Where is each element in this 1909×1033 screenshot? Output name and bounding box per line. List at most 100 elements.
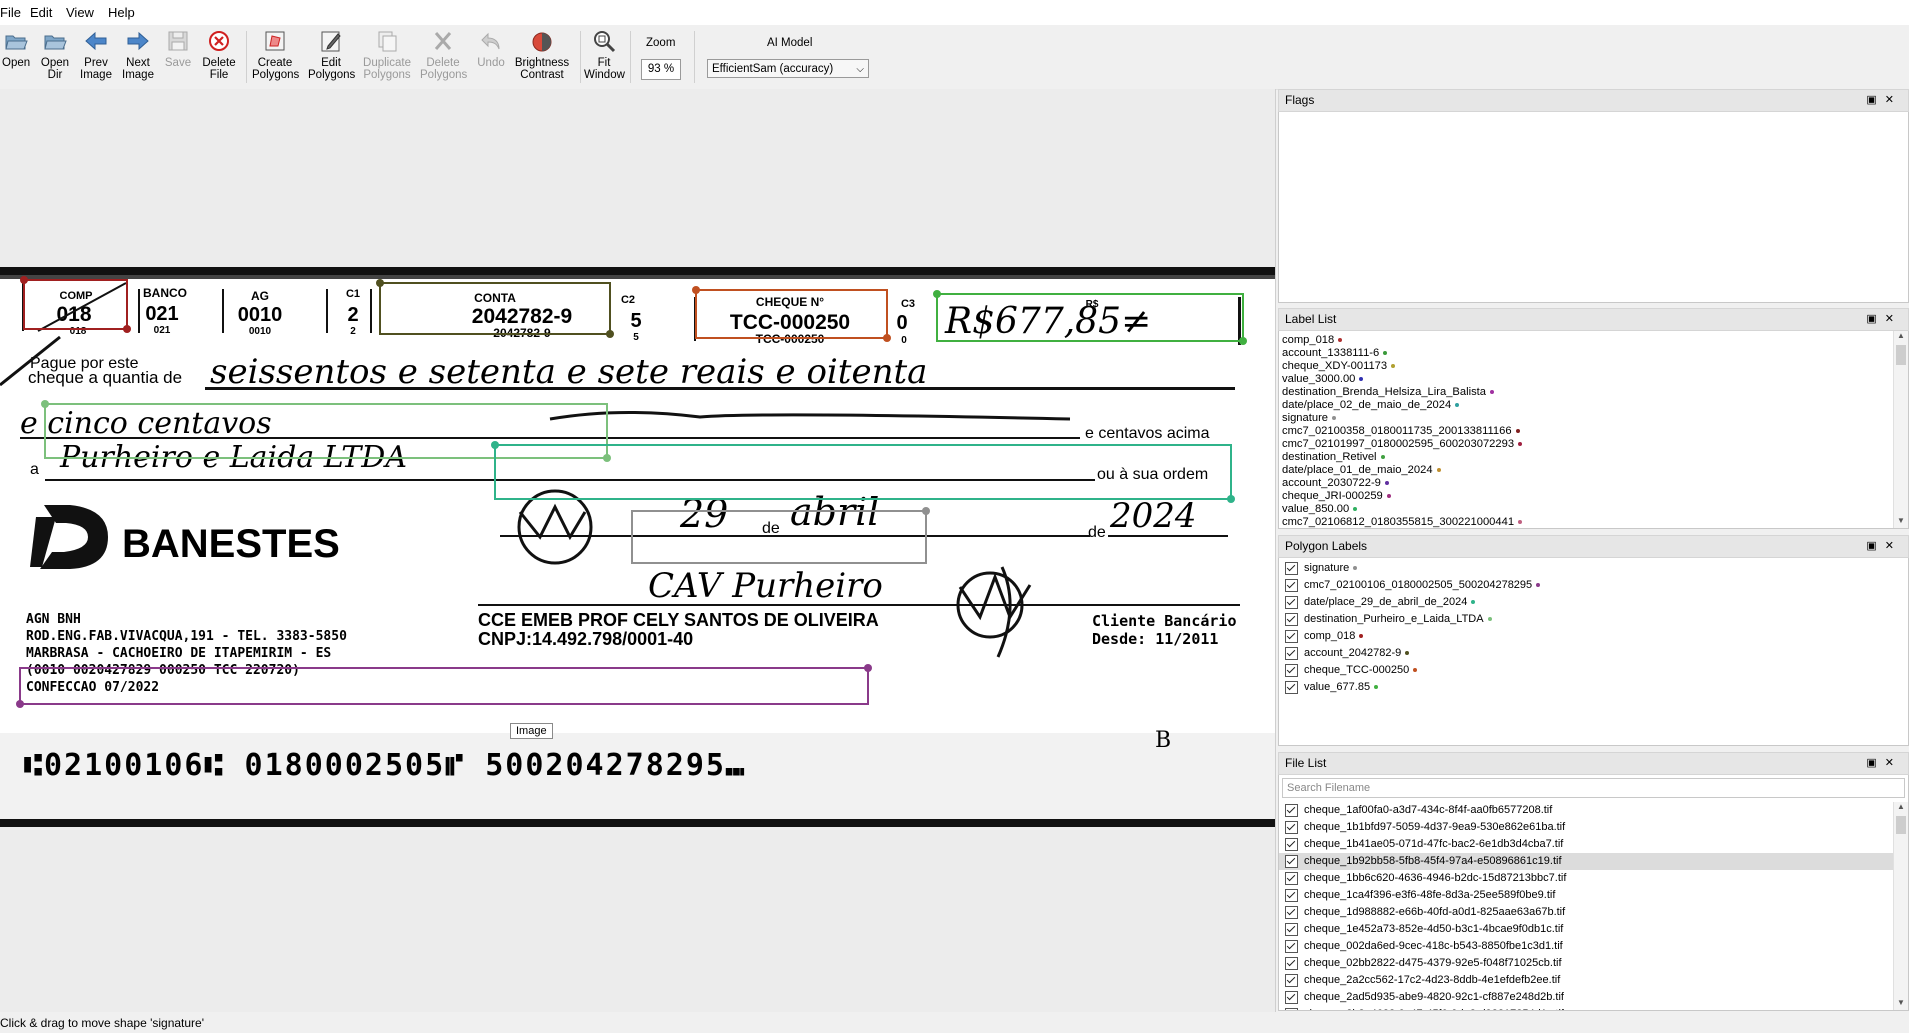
- polygon-label-item[interactable]: account_2042782-9: [1279, 645, 1908, 662]
- float-icon[interactable]: ▣: [1866, 313, 1884, 325]
- file-checkbox[interactable]: [1285, 939, 1298, 953]
- file-list-item[interactable]: cheque_1bb6c620-4636-4946-b2dc-15d87213b…: [1279, 870, 1908, 887]
- label-list-item[interactable]: value_3000.00: [1279, 373, 1908, 386]
- polygon-label-item[interactable]: value_677.85: [1279, 679, 1908, 696]
- file-list-item[interactable]: cheque_1b41ae05-071d-47fc-bac2-6e1db3d4c…: [1279, 836, 1908, 853]
- label-list[interactable]: comp_018 account_1338111-6 cheque_XDY-0011…: [1278, 331, 1909, 529]
- edit-polygons-button[interactable]: Edit Polygons: [308, 29, 355, 81]
- file-list-item[interactable]: cheque_1d988882-e66b-40fd-a0d1-825aae63a…: [1279, 904, 1908, 921]
- label-list-item[interactable]: cmc7_02101997_0180002595_600203072293: [1279, 438, 1908, 451]
- file-checkbox[interactable]: [1285, 888, 1298, 902]
- close-icon[interactable]: ✕: [1885, 757, 1902, 769]
- menu-edit[interactable]: Edit: [30, 5, 52, 20]
- float-icon[interactable]: ▣: [1866, 540, 1884, 552]
- create-polygons-button[interactable]: Create Polygons: [252, 29, 299, 81]
- close-icon[interactable]: ✕: [1885, 540, 1902, 552]
- duplicate-polygons-button[interactable]: Duplicate Polygons: [362, 29, 412, 81]
- menu-view[interactable]: View: [66, 5, 94, 20]
- polygon-label-item[interactable]: date/place_29_de_abril_de_2024: [1279, 594, 1908, 611]
- label-list-item[interactable]: cmc7_02100358_0180011735_200133811166: [1279, 425, 1908, 438]
- search-filename-input[interactable]: Search Filename: [1282, 778, 1905, 798]
- label-list-item[interactable]: signature: [1279, 412, 1908, 425]
- file-list[interactable]: cheque_1af00fa0-a3d7-434c-8f4f-aa0fb6577…: [1279, 802, 1908, 1010]
- label-list-item[interactable]: destination_Retivel: [1279, 451, 1908, 464]
- file-list-item[interactable]: cheque_1ca4f396-e3f6-48fe-8d3a-25ee589f0…: [1279, 887, 1908, 904]
- delete-polygons-button[interactable]: Delete Polygons: [420, 29, 467, 81]
- polygon-label-item[interactable]: signature: [1279, 560, 1908, 577]
- label-list-item[interactable]: cheque_XDY-001173: [1279, 360, 1908, 373]
- float-icon[interactable]: ▣: [1866, 757, 1884, 769]
- label-list-item[interactable]: value_850.00: [1279, 503, 1908, 516]
- label-list-item[interactable]: comp_018: [1279, 334, 1908, 347]
- flags-list[interactable]: [1278, 112, 1909, 303]
- svg-text:de: de: [1088, 524, 1106, 541]
- visibility-checkbox[interactable]: [1285, 629, 1298, 643]
- menu-help[interactable]: Help: [108, 5, 135, 20]
- open-button[interactable]: Open: [2, 29, 30, 69]
- svg-text:e centavos acima: e centavos acima: [1085, 425, 1210, 442]
- label-list-item[interactable]: account_2030722-9: [1279, 477, 1908, 490]
- polygon-label-item[interactable]: comp_018: [1279, 628, 1908, 645]
- cheque-image: COMP 018 018 BANCO 021 021 AG 0010 0010 …: [0, 267, 1275, 827]
- label-list-item[interactable]: cheque_JRI-000259: [1279, 490, 1908, 503]
- visibility-checkbox[interactable]: [1285, 561, 1298, 575]
- delete-file-button[interactable]: Delete File: [200, 29, 238, 81]
- polygon-label-item[interactable]: cmc7_02100106_0180002505_500204278295: [1279, 577, 1908, 594]
- file-checkbox[interactable]: [1285, 973, 1298, 987]
- visibility-checkbox[interactable]: [1285, 663, 1298, 677]
- file-list-item[interactable]: cheque_1b1bfd97-5059-4d37-9ea9-530e862e6…: [1279, 819, 1908, 836]
- file-checkbox[interactable]: [1285, 905, 1298, 919]
- save-button[interactable]: Save: [164, 29, 192, 69]
- undo-button[interactable]: Undo: [476, 29, 506, 69]
- file-checkbox[interactable]: [1285, 837, 1298, 851]
- next-image-button[interactable]: Next Image: [122, 29, 154, 81]
- svg-text:021: 021: [145, 303, 178, 325]
- folder-icon: [43, 29, 67, 53]
- file-checkbox[interactable]: [1285, 956, 1298, 970]
- ai-model-select[interactable]: EfficientSam (accuracy) ⌵: [707, 59, 869, 78]
- polygon-label-item[interactable]: cheque_TCC-000250: [1279, 662, 1908, 679]
- prev-image-button[interactable]: Prev Image: [80, 29, 112, 81]
- visibility-checkbox[interactable]: [1285, 646, 1298, 660]
- file-checkbox[interactable]: [1285, 922, 1298, 936]
- svg-text:2: 2: [350, 326, 356, 337]
- brightness-contrast-button[interactable]: Brightness Contrast: [512, 29, 572, 81]
- file-checkbox[interactable]: [1285, 820, 1298, 834]
- polygon-labels-list[interactable]: signature cmc7_02100106_0180002505_500204…: [1278, 558, 1909, 746]
- file-list-item[interactable]: cheque_2b3a4683-9c47-45f0-9da2-d98217254…: [1279, 1006, 1908, 1010]
- label-color-dot: [1384, 481, 1389, 486]
- label-list-item[interactable]: account_1338111-6: [1279, 347, 1908, 360]
- close-icon[interactable]: ✕: [1885, 94, 1902, 106]
- open-dir-button[interactable]: Open Dir: [38, 29, 72, 81]
- file-list-item[interactable]: cheque_1b92bb58-5fb8-45f4-97a4-e50896861…: [1279, 853, 1908, 870]
- file-checkbox[interactable]: [1285, 871, 1298, 885]
- file-list-scrollbar[interactable]: ▲ ▼: [1893, 802, 1908, 1010]
- file-list-item[interactable]: cheque_02bb2822-d475-4379-92e5-f048f7102…: [1279, 955, 1908, 972]
- float-icon[interactable]: ▣: [1866, 94, 1884, 106]
- polygon-label-item[interactable]: destination_Purheiro_e_Laida_LTDA: [1279, 611, 1908, 628]
- visibility-checkbox[interactable]: [1285, 595, 1298, 609]
- file-checkbox[interactable]: [1285, 803, 1298, 817]
- file-list-item[interactable]: cheque_2ad5d935-abe9-4820-92c1-cf887e248…: [1279, 989, 1908, 1006]
- file-checkbox[interactable]: [1285, 990, 1298, 1004]
- image-canvas[interactable]: COMP 018 018 BANCO 021 021 AG 0010 0010 …: [0, 89, 1276, 1012]
- file-list-item[interactable]: cheque_1af00fa0-a3d7-434c-8f4f-aa0fb6577…: [1279, 802, 1908, 819]
- file-checkbox[interactable]: [1285, 854, 1298, 868]
- label-list-scrollbar[interactable]: ▲ ▼: [1893, 331, 1908, 528]
- visibility-checkbox[interactable]: [1285, 578, 1298, 592]
- close-icon[interactable]: ✕: [1885, 313, 1902, 325]
- menu-file[interactable]: File: [0, 5, 21, 20]
- file-list-item[interactable]: cheque_002da6ed-9cec-418c-b543-8850fbe1c…: [1279, 938, 1908, 955]
- file-list-item[interactable]: cheque_1e452a73-852e-4d50-b3c1-4bcae9f0d…: [1279, 921, 1908, 938]
- svg-text:018: 018: [56, 303, 91, 326]
- file-list-item[interactable]: cheque_2a2cc562-17c2-4d23-8ddb-4e1efdefb…: [1279, 972, 1908, 989]
- label-list-item[interactable]: date/place_01_de_maio_2024: [1279, 464, 1908, 477]
- visibility-checkbox[interactable]: [1285, 612, 1298, 626]
- fit-window-button[interactable]: Fit Window: [584, 29, 625, 81]
- label-list-item[interactable]: destination_Brenda_Helsiza_Lira_Balista: [1279, 386, 1908, 399]
- label-list-item[interactable]: date/place_02_de_maio_de_2024: [1279, 399, 1908, 412]
- zoom-input[interactable]: 93 %: [641, 59, 681, 80]
- file-checkbox[interactable]: [1285, 1007, 1298, 1010]
- label-list-item[interactable]: cmc7_02106812_0180355815_300221000441: [1279, 516, 1908, 528]
- visibility-checkbox[interactable]: [1285, 680, 1298, 694]
